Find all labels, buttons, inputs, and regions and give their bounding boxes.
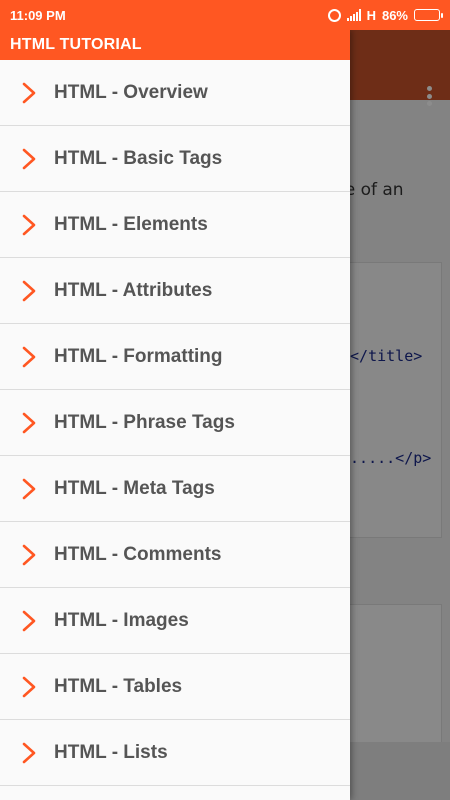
drawer-item-meta-tags[interactable]: HTML - Meta Tags <box>0 456 350 522</box>
chevron-right-icon <box>22 478 36 499</box>
chevron-right-icon <box>22 82 36 103</box>
drawer-item-comments[interactable]: HTML - Comments <box>0 522 350 588</box>
battery-percent: 86% <box>381 7 408 23</box>
drawer-item-label: HTML - Formatting <box>54 345 223 367</box>
drawer-item-lists[interactable]: HTML - Lists <box>0 720 350 786</box>
status-bar: 11:09 PM H 86% <box>0 0 450 30</box>
drawer-item-phrase-tags[interactable]: HTML - Phrase Tags <box>0 390 350 456</box>
drawer-item-label: HTML - Images <box>54 609 189 631</box>
chevron-right-icon <box>22 148 36 169</box>
drawer-item-label: HTML - Meta Tags <box>54 477 215 499</box>
chevron-right-icon <box>22 214 36 235</box>
chevron-right-icon <box>22 610 36 631</box>
drawer-item-label: HTML - Overview <box>54 81 208 103</box>
drawer-item-attributes[interactable]: HTML - Attributes <box>0 258 350 324</box>
chevron-right-icon <box>22 346 36 367</box>
chevron-right-icon <box>22 544 36 565</box>
signal-icon <box>346 9 361 21</box>
chevron-right-icon <box>22 742 36 763</box>
drawer-item-label: HTML - Lists <box>54 741 168 763</box>
navigation-drawer: HTML TUTORIAL HTML - Overview HTML - Bas… <box>0 30 350 800</box>
drawer-item-label: HTML - Tables <box>54 675 183 697</box>
chevron-right-icon <box>22 676 36 697</box>
status-time: 11:09 PM <box>10 7 66 23</box>
drawer-item-label: HTML - Basic Tags <box>54 147 223 169</box>
drawer-item-label: HTML - Phrase Tags <box>54 411 235 433</box>
drawer-item-images[interactable]: HTML - Images <box>0 588 350 654</box>
drawer-item-label: HTML - Comments <box>54 543 222 565</box>
drawer-item-tables[interactable]: HTML - Tables <box>0 654 350 720</box>
drawer-item-elements[interactable]: HTML - Elements <box>0 192 350 258</box>
alarm-icon <box>327 8 341 22</box>
status-icons: H 86% <box>327 7 443 23</box>
drawer-menu-list: HTML - Overview HTML - Basic Tags HTML -… <box>0 60 350 786</box>
battery-icon <box>414 9 443 21</box>
drawer-item-formatting[interactable]: HTML - Formatting <box>0 324 350 390</box>
drawer-title: HTML TUTORIAL <box>0 30 350 60</box>
drawer-item-label: HTML - Elements <box>54 213 208 235</box>
chevron-right-icon <box>22 280 36 301</box>
chevron-right-icon <box>22 412 36 433</box>
drawer-item-basic-tags[interactable]: HTML - Basic Tags <box>0 126 350 192</box>
drawer-item-overview[interactable]: HTML - Overview <box>0 60 350 126</box>
drawer-item-label: HTML - Attributes <box>54 279 213 301</box>
network-type: H <box>366 7 376 23</box>
